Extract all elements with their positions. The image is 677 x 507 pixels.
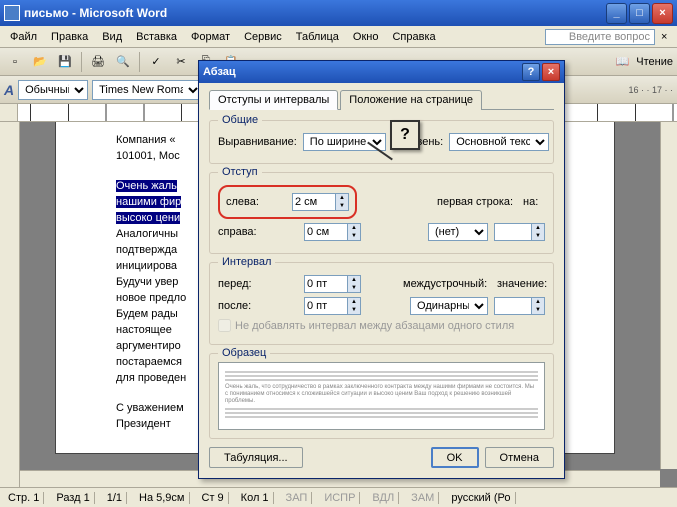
open-icon[interactable]: 📂 [29, 51, 51, 73]
selected-text: Очень жаль [116, 180, 177, 192]
save-icon[interactable]: 💾 [54, 51, 76, 73]
menu-table[interactable]: Таблица [290, 29, 345, 45]
ruler-right: 16 · · 17 · · [628, 85, 673, 95]
firstline-select[interactable]: (нет) [428, 223, 488, 241]
status-ovr: ЗАМ [407, 492, 439, 504]
status-section: Разд 1 [52, 492, 94, 504]
selected-text: высоко цени [116, 212, 180, 224]
linespace-at-spinner[interactable]: ▲▼ [494, 297, 545, 315]
space-before-label: перед: [218, 278, 298, 290]
vertical-scrollbar[interactable] [660, 122, 677, 469]
menu-edit[interactable]: Правка [45, 29, 94, 45]
firstline-label: первая строка: [437, 196, 517, 208]
tab-position[interactable]: Положение на странице [340, 90, 482, 110]
firstline-by-spinner[interactable]: ▲▼ [494, 223, 545, 241]
font-combo[interactable]: Times New Roman [92, 80, 202, 100]
indent-right-label: справа: [218, 226, 298, 238]
status-page: Стр. 1 [4, 492, 44, 504]
indent-right-input[interactable] [304, 223, 348, 241]
indent-left-spinner[interactable]: ▲▼ [292, 193, 349, 211]
spellcheck-icon[interactable]: ✓ [145, 51, 167, 73]
firstline-by-input[interactable] [494, 223, 532, 241]
menu-help[interactable]: Справка [386, 29, 441, 45]
linespace-select[interactable]: Одинарный [410, 297, 488, 315]
menu-insert[interactable]: Вставка [130, 29, 183, 45]
styles-icon[interactable]: A [4, 82, 14, 98]
cut-icon[interactable]: ✂ [170, 51, 192, 73]
space-after-label: после: [218, 300, 298, 312]
status-line: Ст 9 [198, 492, 229, 504]
group-indent: Отступ слева: ▲▼ первая строка: на: спра… [209, 172, 554, 254]
no-space-label: Не добавлять интервал между абзацами одн… [235, 320, 514, 332]
firstline-by-label: на: [523, 196, 545, 208]
new-doc-icon[interactable]: ▫ [4, 51, 26, 73]
menu-view[interactable]: Вид [96, 29, 128, 45]
selected-text: нашими фир [116, 196, 181, 208]
linespace-at-input[interactable] [494, 297, 532, 315]
menu-bar: Файл Правка Вид Вставка Формат Сервис Та… [0, 26, 677, 48]
status-ext: ВДЛ [368, 492, 399, 504]
ok-button[interactable]: OK [431, 447, 479, 468]
tabs-button[interactable]: Табуляция... [209, 447, 303, 468]
alignment-label: Выравнивание: [218, 136, 297, 148]
annotation-callout: ? [390, 120, 420, 150]
dialog-help-button[interactable]: ? [522, 63, 540, 81]
print-icon[interactable]: 🖨 [87, 51, 109, 73]
indent-left-input[interactable] [292, 193, 336, 211]
level-select[interactable]: Основной текст [449, 133, 549, 151]
group-spacing: Интервал перед: ▲▼ междустрочный: значен… [209, 262, 554, 345]
dialog-title: Абзац [203, 66, 520, 78]
status-bar: Стр. 1 Разд 1 1/1 На 5,9см Ст 9 Кол 1 ЗА… [0, 487, 677, 507]
read-mode-icon[interactable]: 📖 [611, 51, 633, 73]
sample-preview: Очень жаль, что сотрудничество в рамках … [218, 362, 545, 430]
left-indent-highlight: слева: ▲▼ [218, 185, 357, 219]
menu-format[interactable]: Формат [185, 29, 236, 45]
word-icon [4, 5, 20, 21]
spin-up-icon[interactable]: ▲ [336, 194, 348, 202]
menu-file[interactable]: Файл [4, 29, 43, 45]
doc-close-icon[interactable]: × [661, 31, 673, 43]
space-before-input[interactable] [304, 275, 348, 293]
space-after-spinner[interactable]: ▲▼ [304, 297, 361, 315]
help-search-box[interactable]: Введите вопрос [545, 29, 655, 45]
read-label[interactable]: Чтение [636, 56, 673, 68]
status-col: Кол 1 [237, 492, 274, 504]
linespace-label: междустрочный: [403, 278, 491, 290]
status-fix: ИСПР [320, 492, 360, 504]
space-before-spinner[interactable]: ▲▼ [304, 275, 361, 293]
tab-indents[interactable]: Отступы и интервалы [209, 90, 338, 110]
indent-left-label: слева: [226, 196, 286, 208]
vertical-ruler[interactable] [0, 122, 20, 487]
preview-icon[interactable]: 🔍 [112, 51, 134, 73]
close-button[interactable]: × [652, 3, 673, 24]
menu-tools[interactable]: Сервис [238, 29, 288, 45]
status-at: На 5,9см [135, 492, 189, 504]
question-mark-icon: ? [390, 120, 420, 150]
dialog-titlebar[interactable]: Абзац ? × [199, 61, 564, 83]
status-lang[interactable]: русский (Ро [447, 492, 515, 504]
maximize-button[interactable]: □ [629, 3, 650, 24]
main-titlebar: письмо - Microsoft Word _ □ × [0, 0, 677, 26]
cancel-button[interactable]: Отмена [485, 447, 554, 468]
group-sample: Образец Очень жаль, что сотрудничество в… [209, 353, 554, 439]
style-combo[interactable]: Обычный [18, 80, 88, 100]
minimize-button[interactable]: _ [606, 3, 627, 24]
dialog-close-button[interactable]: × [542, 63, 560, 81]
no-space-checkbox [218, 319, 231, 332]
menu-window[interactable]: Окно [347, 29, 385, 45]
window-title: письмо - Microsoft Word [24, 6, 606, 20]
dialog-tabs: Отступы и интервалы Положение на страниц… [209, 89, 554, 110]
space-after-input[interactable] [304, 297, 348, 315]
alignment-select[interactable]: По ширине [303, 133, 386, 151]
spin-down-icon[interactable]: ▼ [336, 202, 348, 210]
indent-right-spinner[interactable]: ▲▼ [304, 223, 361, 241]
status-pages: 1/1 [103, 492, 127, 504]
group-general: Общие Выравнивание: По ширине Уровень: О… [209, 120, 554, 164]
status-rec: ЗАП [282, 492, 313, 504]
paragraph-dialog: Абзац ? × Отступы и интервалы Положение … [198, 60, 565, 479]
linespace-at-label: значение: [497, 278, 545, 290]
